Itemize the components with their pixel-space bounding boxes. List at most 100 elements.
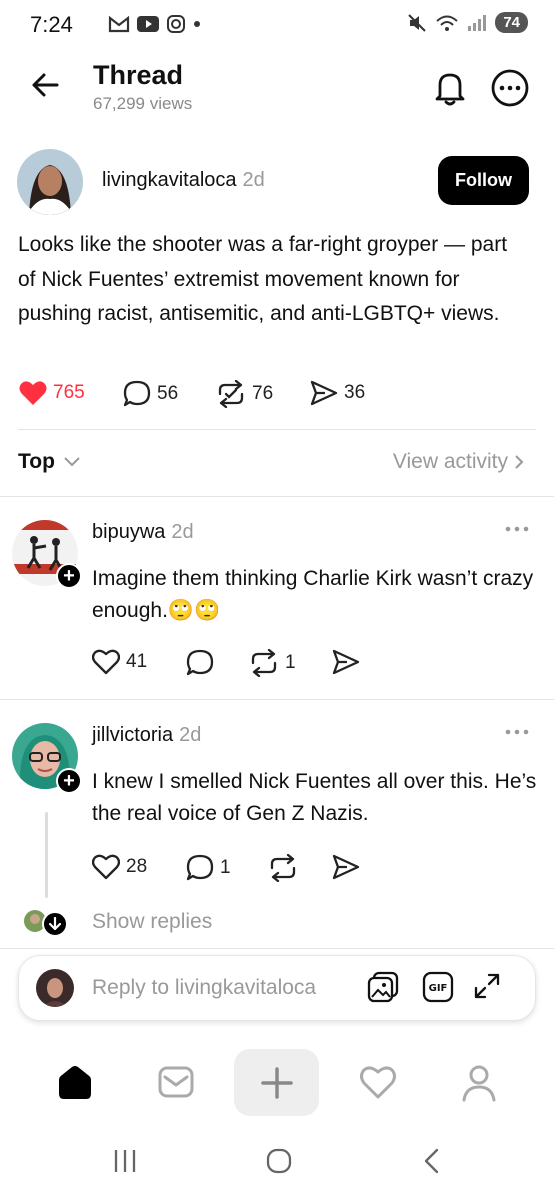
reply-like-count: 28 (126, 856, 148, 877)
send-icon (332, 854, 360, 880)
back-chevron-icon (424, 1148, 439, 1174)
dot-icon (194, 21, 200, 27)
view-activity-link[interactable]: View activity (393, 450, 524, 474)
reply-text: I knew I smelled Nick Fuentes all over t… (92, 770, 537, 825)
reply-repost-button[interactable]: 1 (249, 649, 296, 677)
divider (0, 496, 554, 497)
repost-icon (251, 649, 277, 677)
like-button[interactable]: 765 (19, 380, 85, 406)
reply-like-count: 41 (126, 651, 148, 672)
more-dots-icon (505, 729, 529, 735)
nav-activity[interactable] (359, 1064, 397, 1100)
nav-profile[interactable] (460, 1063, 498, 1103)
reply-comment-button[interactable] (186, 649, 220, 677)
reply-more-button[interactable] (504, 728, 530, 736)
reply-repost-button[interactable] (268, 854, 298, 882)
reply-time: 2d (179, 724, 202, 746)
activity-icon (360, 1066, 396, 1099)
reply-share-button[interactable] (332, 854, 360, 880)
follow-plus-icon[interactable]: + (56, 768, 82, 794)
nav-inbox[interactable] (157, 1064, 195, 1100)
like-count: 765 (53, 382, 85, 403)
divider (0, 948, 554, 949)
gmail-icon (108, 15, 130, 33)
my-avatar (36, 969, 74, 1007)
more-circle-icon (491, 69, 529, 107)
gif-button[interactable]: GIF (421, 970, 455, 1004)
back-button[interactable] (30, 70, 60, 100)
comment-icon (123, 380, 151, 407)
notifications-button[interactable] (432, 69, 468, 107)
reply-username[interactable]: bipuywa (92, 521, 165, 543)
create-icon (260, 1066, 293, 1099)
view-activity-label: View activity (392, 450, 508, 473)
gif-icon: GIF (422, 971, 454, 1003)
reply-author: bipuywa 2d (92, 521, 194, 544)
home-icon (59, 1066, 91, 1099)
home-nav-button[interactable] (266, 1148, 292, 1174)
svg-text:GIF: GIF (429, 983, 448, 994)
recent-apps-button[interactable] (112, 1148, 138, 1174)
expand-replies-button[interactable] (42, 911, 68, 937)
chevron-down-icon (64, 457, 80, 467)
inbox-icon (158, 1066, 194, 1098)
repost-button[interactable]: 76 (216, 380, 273, 408)
thread-line (45, 812, 48, 898)
more-options-button[interactable] (491, 69, 529, 107)
sort-dropdown[interactable]: Top (18, 450, 81, 474)
show-replies-link[interactable]: Show replies (92, 910, 212, 934)
avatar-image (36, 969, 74, 1007)
back-arrow-icon (32, 73, 59, 97)
expand-composer-button[interactable] (473, 972, 501, 1000)
avatar-image (17, 149, 83, 215)
follow-button[interactable]: Follow (438, 156, 529, 205)
instagram-icon (167, 15, 185, 33)
recent-apps-icon (114, 1150, 136, 1172)
youtube-icon (137, 16, 159, 32)
send-icon (310, 380, 338, 406)
reply-repost-count: 1 (285, 652, 296, 673)
comment-icon (186, 854, 214, 881)
share-count: 36 (344, 382, 366, 403)
nav-home[interactable] (56, 1063, 94, 1101)
image-gallery-icon (367, 971, 399, 1003)
reply-like-button[interactable]: 28 (92, 854, 147, 880)
reply-username[interactable]: jillvictoria (92, 724, 173, 746)
repost-count: 76 (252, 383, 274, 404)
status-time: 7:24 (30, 12, 73, 37)
expand-icon (474, 973, 500, 999)
reply-more-button[interactable] (504, 525, 530, 533)
post-time: 2d (242, 169, 265, 191)
sort-label: Top (18, 450, 55, 473)
divider (18, 429, 536, 430)
reply-comment-count: 1 (220, 857, 231, 878)
post-text: Looks like the shooter was a far-right g… (18, 233, 508, 325)
heart-icon (92, 854, 120, 880)
home-circle-icon (266, 1148, 292, 1174)
nav-create[interactable] (234, 1049, 319, 1116)
repost-icon (270, 854, 296, 882)
reply-time: 2d (171, 521, 194, 543)
follow-plus-icon[interactable]: + (56, 563, 82, 589)
comment-count: 56 (157, 383, 179, 404)
battery-badge: 74 (495, 12, 528, 33)
reply-text: Imagine them thinking Charlie Kirk wasn’… (92, 567, 534, 622)
more-dots-icon (505, 526, 529, 532)
reply-share-button[interactable] (332, 649, 360, 675)
bell-icon (435, 73, 465, 106)
reply-input[interactable]: Reply to livingkavitaloca (92, 976, 316, 1000)
status-notification-icons (108, 14, 202, 34)
view-count: 67,299 views (93, 94, 193, 113)
reply-comment-button[interactable]: 1 (186, 854, 231, 882)
post-username[interactable]: livingkavitaloca (102, 169, 237, 191)
back-nav-button[interactable] (422, 1148, 442, 1174)
share-button[interactable]: 36 (310, 380, 365, 406)
page-title: Thread (93, 60, 184, 90)
comment-button[interactable]: 56 (123, 380, 178, 408)
attach-image-button[interactable] (366, 970, 400, 1004)
reply-author: jillvictoria 2d (92, 724, 201, 747)
comment-icon (186, 649, 214, 676)
profile-icon (462, 1065, 496, 1102)
reply-like-button[interactable]: 41 (92, 649, 147, 675)
post-author-avatar[interactable] (17, 149, 83, 215)
